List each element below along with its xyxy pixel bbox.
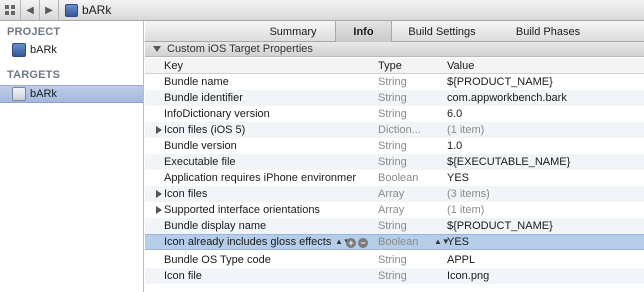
project-icon bbox=[65, 3, 78, 17]
sidebar-item-label: bARk bbox=[30, 88, 57, 100]
remove-row-button[interactable]: − bbox=[358, 238, 368, 248]
sidebar-item-project[interactable]: bARk bbox=[0, 41, 143, 59]
tab-build-phases[interactable]: Build Phases bbox=[505, 21, 591, 42]
table-row[interactable]: Bundle name String ${PRODUCT_NAME} bbox=[145, 74, 644, 90]
table-row[interactable]: Application requires iPhone environmer B… bbox=[145, 170, 644, 186]
row-value: com.appworkbench.bark bbox=[447, 92, 567, 104]
table-row[interactable]: InfoDictionary version String 6.0 bbox=[145, 106, 644, 122]
table-row[interactable]: Supported interface orientations Array (… bbox=[145, 202, 644, 218]
column-header-value[interactable]: Value bbox=[447, 60, 642, 72]
row-type: String bbox=[378, 140, 407, 152]
table-header: Key Type Value bbox=[145, 58, 644, 74]
table-row-selected[interactable]: Icon already includes gloss effects ▲▼ +… bbox=[145, 234, 644, 250]
row-type: String bbox=[378, 108, 407, 120]
disclosure-triangle-icon[interactable] bbox=[156, 190, 162, 198]
row-key: InfoDictionary version bbox=[164, 108, 270, 120]
row-key: Icon files bbox=[164, 188, 208, 200]
column-header-type[interactable]: Type bbox=[378, 60, 447, 72]
divider bbox=[58, 0, 59, 21]
row-value: Icon.png bbox=[447, 270, 490, 282]
row-value: YES bbox=[447, 172, 470, 184]
disclosure-triangle-icon[interactable] bbox=[153, 46, 161, 52]
row-type: String bbox=[378, 254, 407, 266]
tab-summary[interactable]: Summary bbox=[245, 21, 341, 42]
column-header-key[interactable]: Key bbox=[164, 60, 378, 72]
tab-build-settings[interactable]: Build Settings bbox=[397, 21, 487, 42]
table-row[interactable]: Icon files (iOS 5) Diction... (1 item) bbox=[145, 122, 644, 138]
section-header[interactable]: Custom iOS Target Properties bbox=[145, 42, 644, 57]
table-row[interactable]: Executable file String ${EXECUTABLE_NAME… bbox=[145, 154, 644, 170]
row-value: 6.0 bbox=[447, 108, 463, 120]
row-value: APPL bbox=[447, 254, 476, 266]
table-row[interactable]: Bundle OS Type code String APPL bbox=[145, 252, 644, 268]
row-key: Application requires iPhone environmer bbox=[164, 172, 356, 184]
project-section-title: PROJECT bbox=[7, 26, 61, 38]
row-type: String bbox=[378, 220, 407, 232]
row-type: String bbox=[378, 92, 407, 104]
row-key: Icon file bbox=[164, 270, 202, 282]
sidebar-item-label: bARk bbox=[30, 44, 57, 56]
table-row[interactable]: Bundle display name String ${PRODUCT_NAM… bbox=[145, 218, 644, 234]
forward-arrow-icon[interactable]: ▶ bbox=[40, 0, 58, 20]
project-icon bbox=[12, 43, 26, 57]
row-key: Bundle OS Type code bbox=[164, 254, 271, 266]
sidebar-item-target[interactable]: bARk bbox=[0, 85, 143, 103]
row-key: Bundle identifier bbox=[164, 92, 243, 104]
breadcrumb[interactable]: bARk bbox=[82, 3, 111, 17]
table-row[interactable]: Bundle identifier String com.appworkbenc… bbox=[145, 90, 644, 106]
disclosure-triangle-icon[interactable] bbox=[156, 126, 162, 134]
section-title: Custom iOS Target Properties bbox=[167, 43, 313, 55]
grid-icon[interactable] bbox=[0, 0, 20, 20]
row-value[interactable]: YES bbox=[447, 236, 642, 248]
table-row[interactable]: Icon files Array (3 items) bbox=[145, 186, 644, 202]
tab-bar: Summary Info Build Settings Build Phases bbox=[145, 21, 644, 42]
targets-section-title: TARGETS bbox=[7, 69, 61, 81]
disclosure-triangle-icon[interactable] bbox=[156, 206, 162, 214]
row-type: Array bbox=[378, 188, 405, 200]
properties-table: Key Type Value Bundle name String ${PROD… bbox=[145, 58, 644, 292]
row-value: ${PRODUCT_NAME} bbox=[447, 220, 553, 232]
back-arrow-icon[interactable]: ◀ bbox=[21, 0, 39, 20]
tab-info[interactable]: Info bbox=[335, 21, 392, 42]
row-type: String bbox=[378, 270, 407, 282]
row-key: Bundle display name bbox=[164, 220, 267, 232]
row-key: Bundle version bbox=[164, 140, 237, 152]
table-row[interactable]: Bundle version String 1.0 bbox=[145, 138, 644, 154]
row-key: Executable file bbox=[164, 156, 236, 168]
row-value: (1 item) bbox=[447, 124, 485, 136]
row-type: Boolean bbox=[378, 172, 419, 184]
row-key: Icon already includes gloss effects bbox=[164, 236, 332, 248]
row-value: 1.0 bbox=[447, 140, 463, 152]
sidebar: PROJECT bARk TARGETS bARk bbox=[0, 21, 144, 292]
row-value: (3 items) bbox=[447, 188, 490, 200]
add-row-button[interactable]: + bbox=[346, 238, 356, 248]
row-value: (1 item) bbox=[447, 204, 485, 216]
row-key: Supported interface orientations bbox=[164, 204, 320, 216]
table-row[interactable]: Icon file String Icon.png bbox=[145, 268, 644, 284]
row-value: ${EXECUTABLE_NAME} bbox=[447, 156, 571, 168]
row-key: Bundle name bbox=[164, 76, 229, 88]
jump-bar: ◀ ▶ bARk bbox=[0, 0, 644, 21]
row-key: Icon files (iOS 5) bbox=[164, 124, 246, 136]
row-type: Array bbox=[378, 204, 405, 216]
row-type: String bbox=[378, 156, 407, 168]
target-icon bbox=[12, 87, 26, 101]
row-type: Diction... bbox=[378, 124, 421, 136]
row-type: String bbox=[378, 76, 407, 88]
row-value: ${PRODUCT_NAME} bbox=[447, 76, 553, 88]
